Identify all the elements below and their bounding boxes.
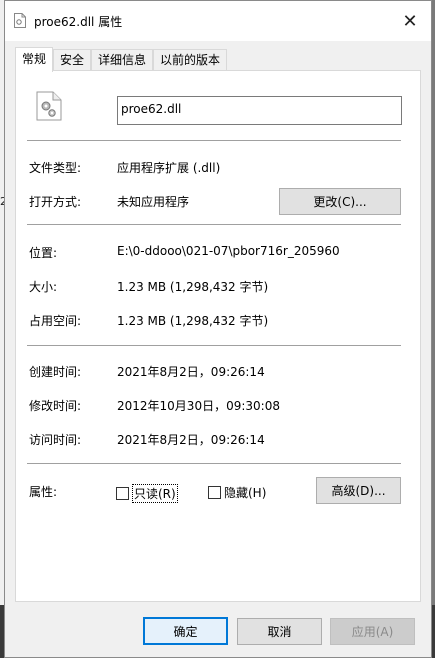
- hidden-checkbox[interactable]: 隐藏(H): [208, 484, 266, 501]
- location-label: 位置:: [29, 246, 58, 260]
- properties-dialog: proe62.dll 属性 ✕ 常规 安全 详细信息 以前的版本 proe62.…: [4, 0, 432, 658]
- attributes-label: 属性:: [29, 485, 58, 499]
- separator: [27, 140, 401, 141]
- file-gears-icon: [36, 91, 62, 121]
- window-title: proe62.dll 属性: [34, 15, 123, 29]
- opens-with-label: 打开方式:: [29, 195, 82, 209]
- accessed-value: 2021年8月2日，09:26:14: [117, 433, 265, 447]
- size-on-disk-label: 占用空间:: [29, 314, 82, 328]
- checkbox-box[interactable]: [116, 487, 129, 500]
- close-icon: ✕: [402, 10, 418, 32]
- change-button[interactable]: 更改(C)...: [279, 188, 401, 215]
- readonly-checkbox-label: 只读(R): [132, 484, 178, 503]
- tab-strip: 常规 安全 详细信息 以前的版本: [15, 47, 228, 72]
- close-button[interactable]: ✕: [389, 1, 431, 41]
- dll-file-icon: [14, 13, 26, 28]
- separator: [27, 224, 401, 225]
- general-tab-panel: proe62.dll 文件类型: 应用程序扩展 (.dll) 打开方式: 未知应…: [15, 70, 421, 602]
- title-bar[interactable]: proe62.dll 属性 ✕: [5, 1, 431, 41]
- created-value: 2021年8月2日，09:26:14: [117, 365, 265, 379]
- checkbox-box[interactable]: [208, 486, 221, 499]
- separator: [27, 463, 401, 464]
- file-type-label: 文件类型:: [29, 161, 82, 175]
- file-type-value: 应用程序扩展 (.dll): [117, 161, 221, 175]
- size-value: 1.23 MB (1,298,432 字节): [117, 280, 269, 294]
- tab-general[interactable]: 常规: [15, 47, 54, 72]
- separator: [27, 345, 401, 346]
- ok-button[interactable]: 确定: [143, 617, 228, 645]
- created-label: 创建时间:: [29, 365, 82, 379]
- tab-security[interactable]: 安全: [53, 49, 92, 71]
- hidden-checkbox-label: 隐藏(H): [224, 486, 267, 500]
- advanced-button[interactable]: 高级(D)...: [316, 477, 401, 504]
- location-value: E:\0-ddooo\021-07\pbor716r_205960: [117, 244, 340, 258]
- tab-previous-versions[interactable]: 以前的版本: [153, 49, 228, 71]
- file-name-input[interactable]: proe62.dll: [117, 96, 402, 125]
- modified-value: 2012年10月30日，09:30:08: [117, 399, 280, 413]
- modified-label: 修改时间:: [29, 399, 82, 413]
- size-on-disk-value: 1.23 MB (1,298,432 字节): [117, 314, 269, 328]
- tab-details[interactable]: 详细信息: [91, 49, 154, 71]
- cancel-button[interactable]: 取消: [237, 618, 322, 645]
- opens-with-value: 未知应用程序: [117, 195, 190, 209]
- apply-button[interactable]: 应用(A): [330, 618, 415, 645]
- size-label: 大小:: [29, 280, 58, 294]
- accessed-label: 访问时间:: [29, 433, 82, 447]
- readonly-checkbox[interactable]: 只读(R): [116, 484, 178, 503]
